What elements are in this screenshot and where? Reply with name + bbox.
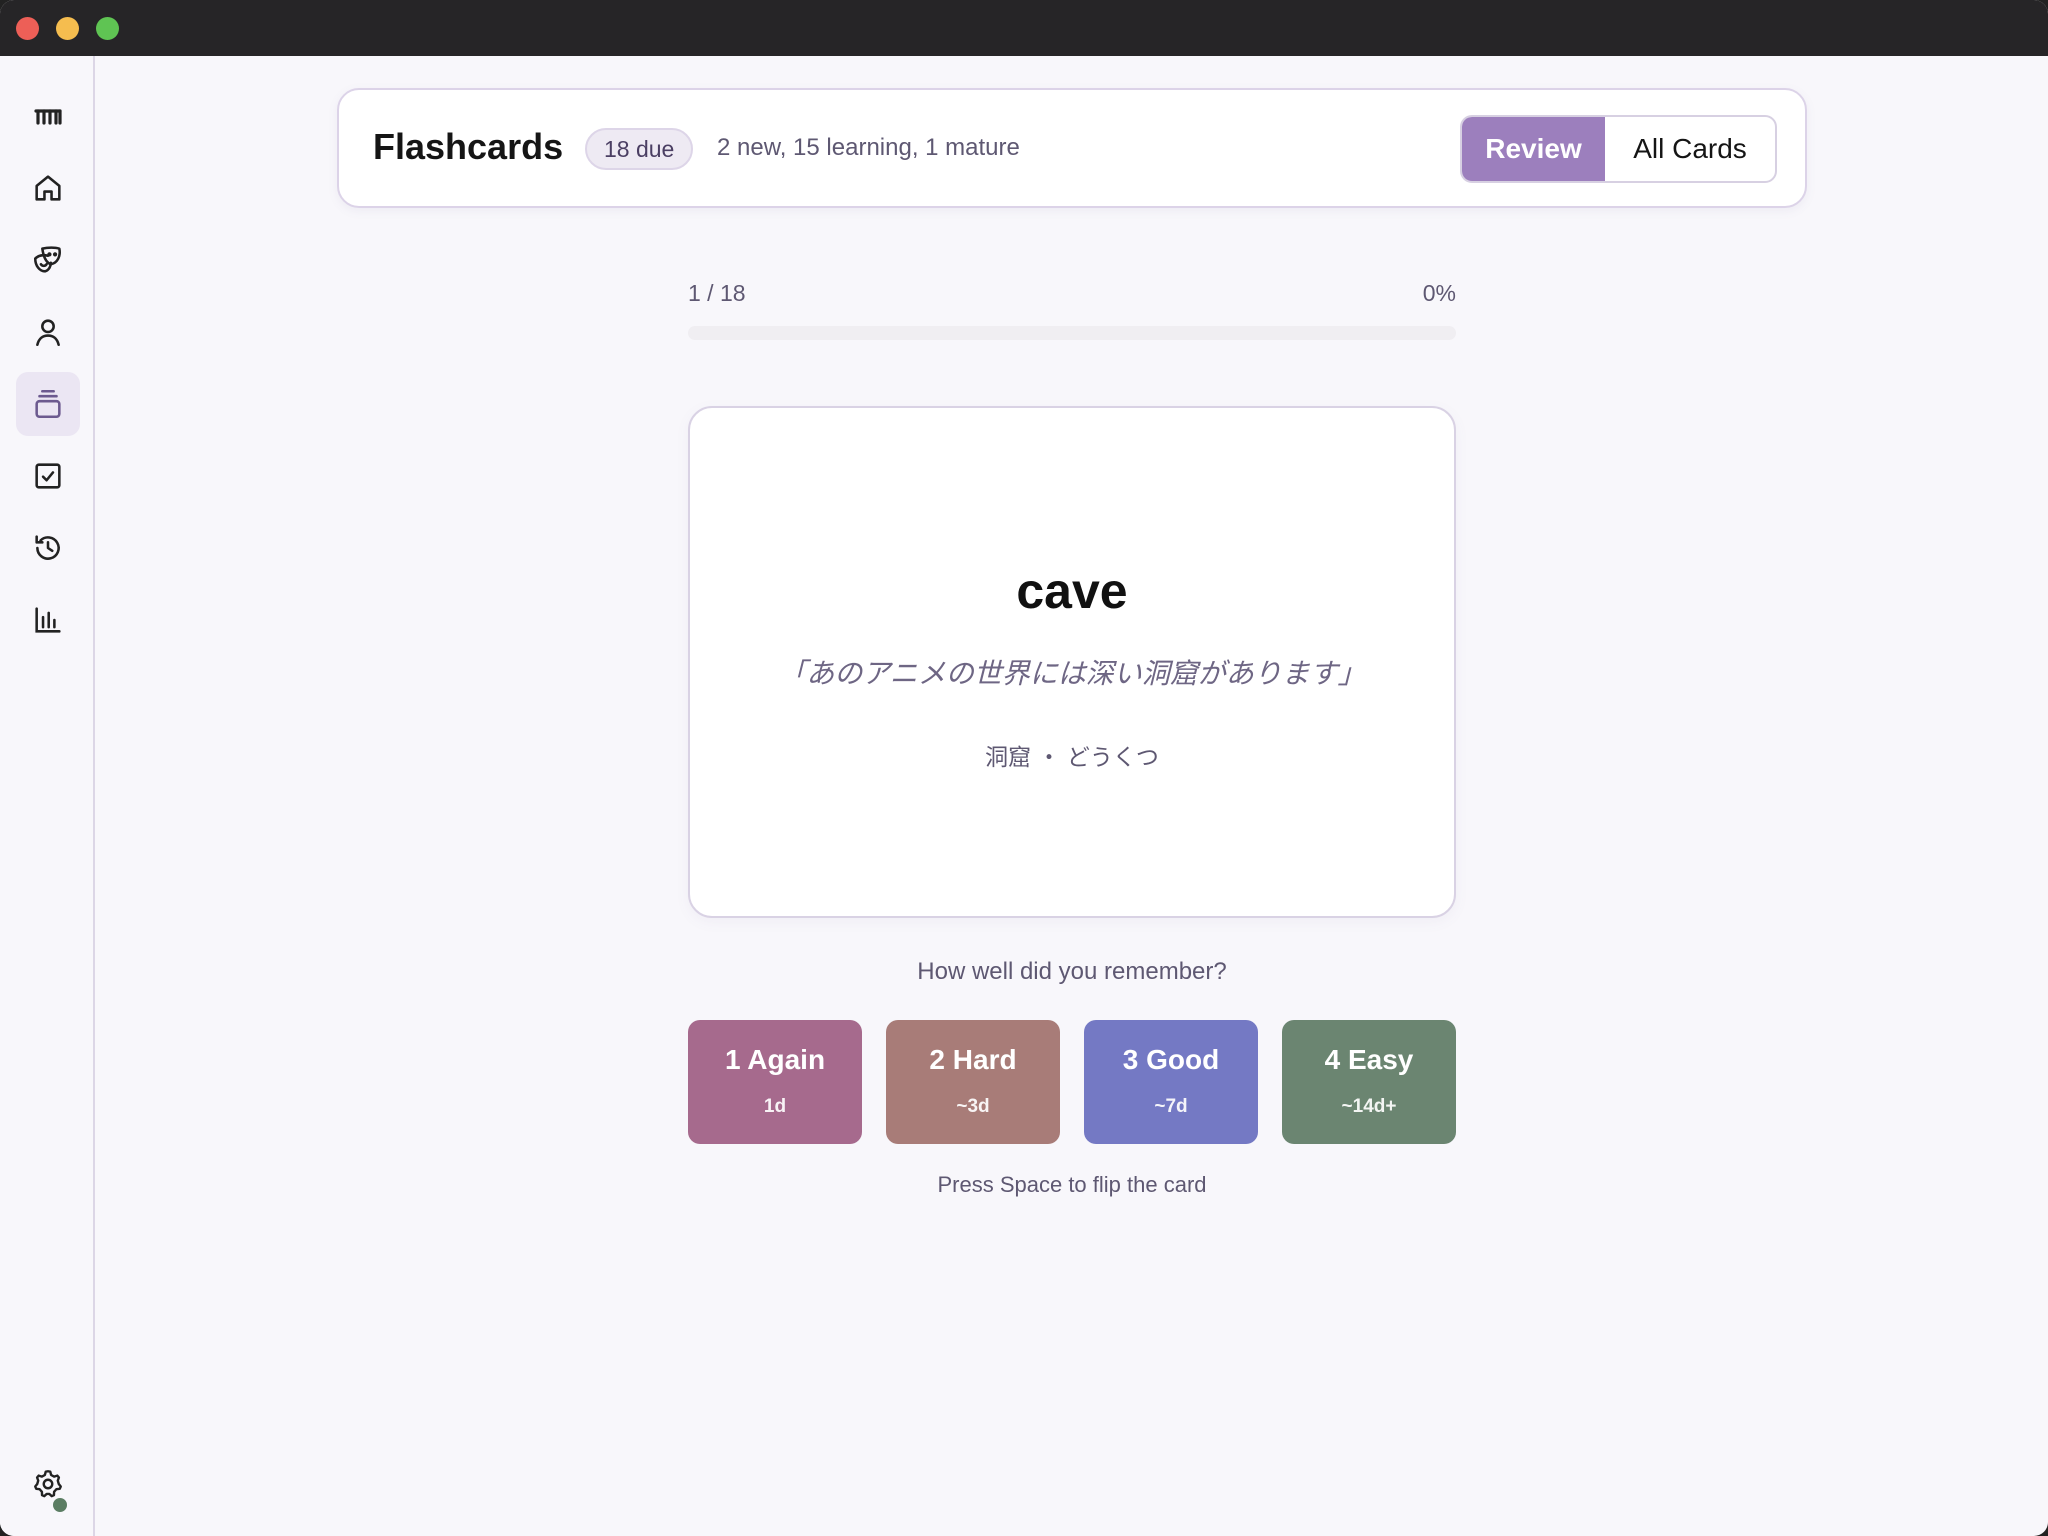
rating-prompt: How well did you remember?	[917, 958, 1227, 985]
sidebar-item-history[interactable]	[16, 516, 80, 580]
sidebar-item-immersion[interactable]	[16, 228, 80, 292]
view-toggle: Review All Cards	[1460, 115, 1777, 183]
minimize-window-button[interactable]	[56, 17, 79, 40]
card-example-sentence: 「あのアニメの世界には深い洞窟があります」	[778, 658, 1366, 689]
progress-percent: 0%	[1422, 280, 1456, 306]
good-label: 3 Good	[1122, 1044, 1220, 1075]
app-logo[interactable]	[16, 84, 80, 148]
masks-icon	[33, 246, 61, 273]
sidebar-item-stats[interactable]	[16, 588, 80, 652]
title-bar	[0, 0, 2048, 56]
bar-chart-icon	[35, 607, 61, 633]
again-interval: 1d	[763, 1096, 787, 1117]
sidebar-item-profile[interactable]	[16, 300, 80, 364]
good-button[interactable]: 3 Good ~7d	[1084, 1020, 1258, 1144]
app-window: Flashcards 18 due 2 new, 15 learning, 1 …	[0, 0, 2048, 1536]
sidebar	[0, 56, 95, 1536]
due-count-badge: 18 due	[585, 128, 694, 170]
flip-hint: Press Space to flip the card	[937, 1172, 1207, 1197]
status-indicator	[51, 1496, 69, 1514]
again-button[interactable]: 1 Again 1d	[688, 1020, 862, 1144]
sidebar-item-tasks[interactable]	[16, 444, 80, 508]
progress-position: 1 / 18	[688, 280, 746, 306]
sidebar-item-home[interactable]	[16, 156, 80, 220]
history-icon	[35, 535, 60, 560]
hard-label: 2 Hard	[929, 1044, 1017, 1075]
again-label: 1 Again	[724, 1044, 826, 1075]
logo-icon	[34, 109, 62, 125]
easy-button[interactable]: 4 Easy ~14d+	[1282, 1020, 1456, 1144]
good-interval: ~7d	[1154, 1096, 1188, 1117]
sidebar-item-flashcards[interactable]	[16, 372, 80, 436]
hard-interval: ~3d	[956, 1096, 990, 1117]
tab-all-cards[interactable]: All Cards	[1605, 117, 1775, 181]
settings-button[interactable]	[16, 1452, 80, 1516]
stacked-cards-icon	[35, 389, 61, 419]
zoom-window-button[interactable]	[96, 17, 119, 40]
hard-button[interactable]: 2 Hard ~3d	[886, 1020, 1060, 1144]
tab-review[interactable]: Review	[1462, 117, 1605, 181]
close-window-button[interactable]	[16, 17, 39, 40]
card-reading: 洞窟 ・ どうくつ	[985, 744, 1159, 770]
easy-label: 4 Easy	[1324, 1044, 1414, 1075]
progress-bar	[688, 326, 1456, 340]
flashcards-header: Flashcards 18 due 2 new, 15 learning, 1 …	[337, 88, 1807, 208]
card-counts: 2 new, 15 learning, 1 mature	[717, 134, 1020, 161]
flashcard[interactable]: cave 「あのアニメの世界には深い洞窟があります」 洞窟 ・ どうくつ	[688, 406, 1456, 918]
card-word: cave	[1016, 563, 1128, 619]
checkbox-icon	[35, 463, 61, 489]
page-title: Flashcards	[373, 126, 564, 167]
person-icon	[36, 319, 60, 347]
home-icon	[35, 175, 61, 201]
easy-interval: ~14d+	[1341, 1096, 1397, 1117]
